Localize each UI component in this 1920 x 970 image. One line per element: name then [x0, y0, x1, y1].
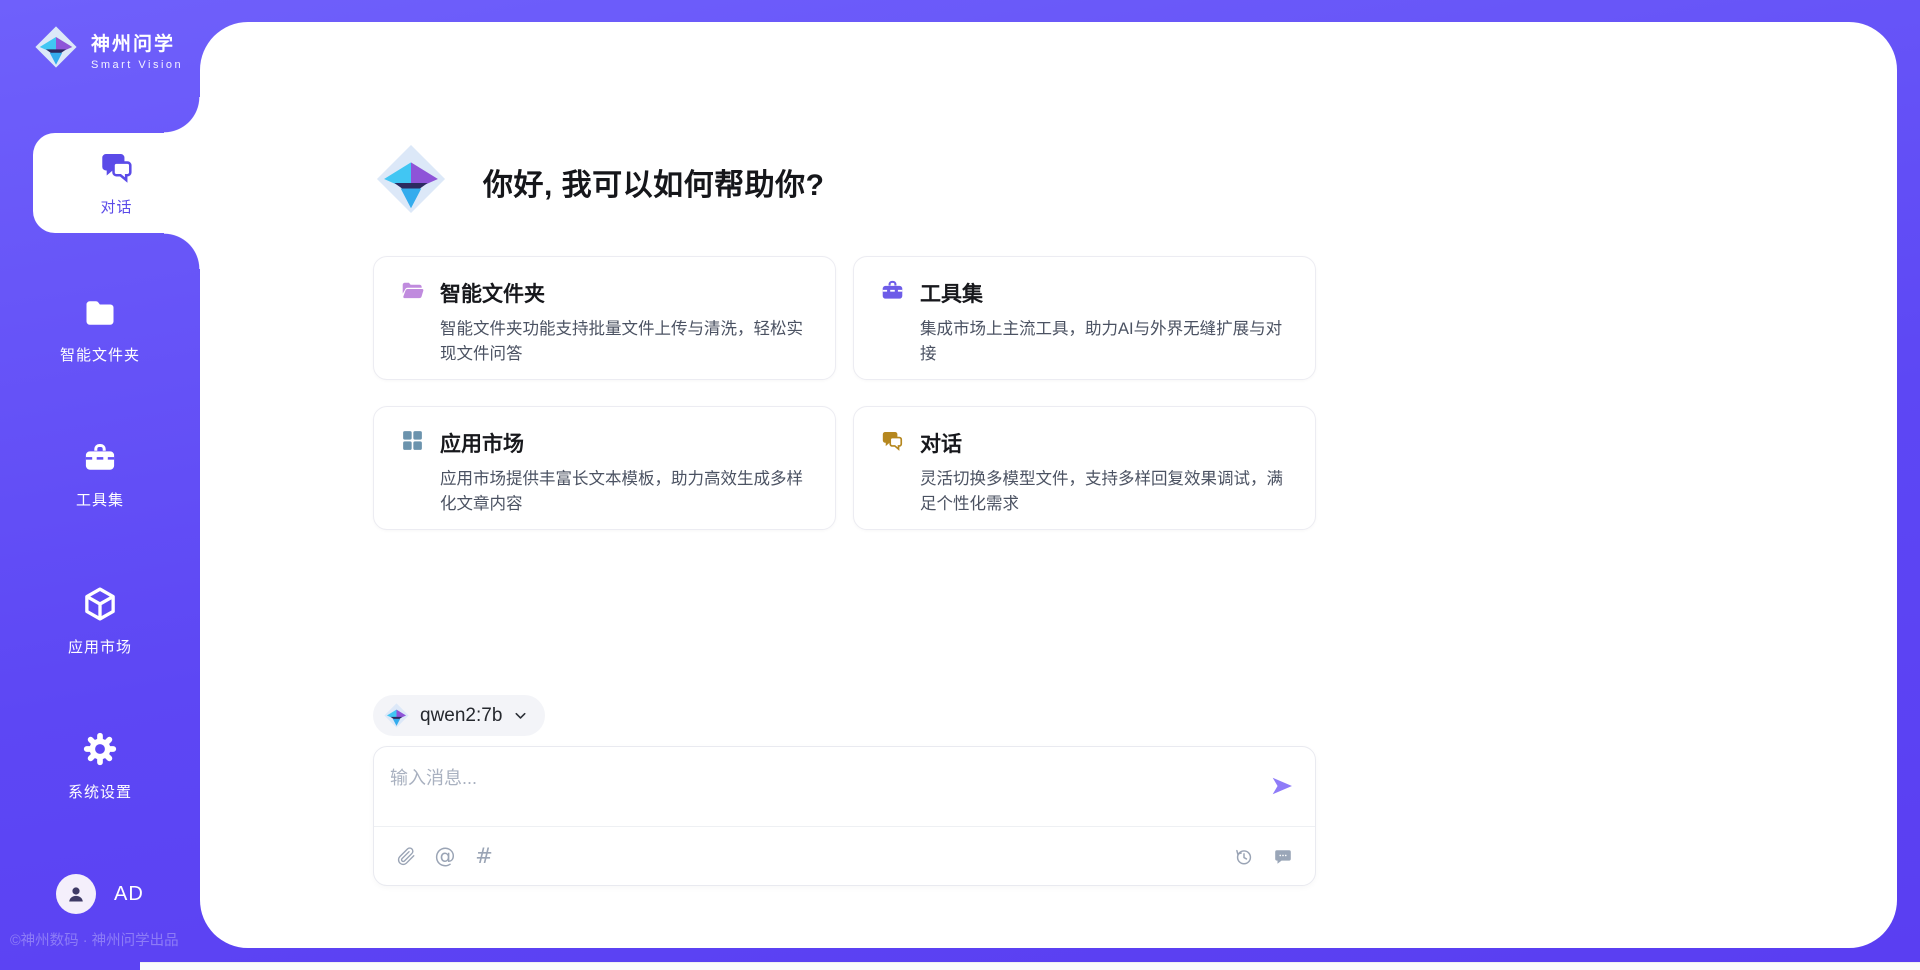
sidebar-item-app-market[interactable]: 应用市场 — [0, 585, 200, 657]
sidebar-item-label: 系统设置 — [0, 781, 200, 802]
sidebar-item-label: 应用市场 — [0, 636, 200, 657]
user-account[interactable]: AD — [56, 874, 144, 914]
message-composer: @ # — [373, 746, 1316, 886]
greeting: 你好, 我可以如何帮助你? — [373, 141, 825, 222]
folder-open-icon — [400, 278, 425, 308]
card-app-market[interactable]: 应用市场 应用市场提供丰富长文本模板，助力高效生成多样化文章内容 — [373, 406, 836, 530]
card-description: 灵活切换多模型文件，支持多样回复效果调试，满足个性化需求 — [920, 467, 1289, 517]
briefcase-icon — [880, 278, 905, 308]
brand-diamond-icon — [33, 24, 79, 75]
history-icon[interactable] — [1232, 845, 1256, 869]
card-description: 应用市场提供丰富长文本模板，助力高效生成多样化文章内容 — [440, 467, 809, 517]
model-diamond-icon — [383, 702, 410, 729]
grid-icon — [400, 428, 425, 458]
mention-icon[interactable]: @ — [433, 845, 457, 869]
tab-curve-bottom — [164, 233, 200, 269]
model-selector[interactable]: qwen2:7b — [373, 695, 545, 736]
app-window: 神州问学 Smart Vision 对话 智能文件夹 — [0, 0, 1920, 970]
message-input[interactable] — [390, 761, 1230, 795]
card-title: 应用市场 — [440, 428, 524, 458]
user-name: AD — [114, 883, 144, 906]
card-description: 智能文件夹功能支持批量文件上传与清洗，轻松实现文件问答 — [440, 317, 809, 367]
brand-logo: 神州问学 Smart Vision — [33, 24, 183, 75]
copyright-text: ©神州数码 · 神州问学出品 — [10, 929, 205, 950]
sidebar-item-chat[interactable]: 对话 — [33, 133, 200, 233]
chat-bubbles-icon — [880, 428, 905, 458]
avatar — [56, 874, 96, 914]
feedback-bubble-icon[interactable] — [1271, 845, 1295, 869]
card-title: 工具集 — [920, 278, 983, 308]
chat-bubbles-icon — [98, 173, 136, 190]
card-description: 集成市场上主流工具，助力AI与外界无缝扩展与对接 — [920, 317, 1289, 367]
card-toolset[interactable]: 工具集 集成市场上主流工具，助力AI与外界无缝扩展与对接 — [853, 256, 1316, 380]
sidebar-item-label: 智能文件夹 — [0, 344, 200, 365]
model-name: qwen2:7b — [420, 705, 502, 727]
sidebar-item-settings[interactable]: 系统设置 — [0, 730, 200, 802]
hashtag-icon[interactable]: # — [472, 845, 496, 869]
sidebar-item-toolset[interactable]: 工具集 — [0, 440, 200, 510]
send-icon[interactable] — [1269, 773, 1295, 799]
cube-icon — [81, 610, 119, 627]
card-chat[interactable]: 对话 灵活切换多模型文件，支持多样回复效果调试，满足个性化需求 — [853, 406, 1316, 530]
folder-icon — [82, 318, 118, 335]
sidebar-item-label: 工具集 — [0, 489, 200, 510]
paperclip-icon[interactable] — [394, 845, 418, 869]
chevron-down-icon — [512, 707, 529, 724]
card-title: 对话 — [920, 428, 962, 458]
horizontal-scrollbar[interactable] — [140, 962, 1920, 970]
card-title: 智能文件夹 — [440, 278, 545, 308]
brand-subtitle: Smart Vision — [91, 59, 183, 71]
card-smart-folder[interactable]: 智能文件夹 智能文件夹功能支持批量文件上传与清洗，轻松实现文件问答 — [373, 256, 836, 380]
greeting-title: 你好, 我可以如何帮助你? — [483, 160, 825, 204]
gear-icon — [81, 755, 119, 772]
greeting-diamond-icon — [373, 141, 449, 222]
sidebar-item-smart-folder[interactable]: 智能文件夹 — [0, 295, 200, 365]
sidebar-item-label: 对话 — [33, 196, 200, 217]
brand-name: 神州问学 — [91, 34, 175, 55]
briefcase-icon — [82, 463, 118, 480]
composer-toolbar: @ # — [394, 827, 1295, 886]
tab-curve-top — [164, 97, 200, 133]
feature-cards: 智能文件夹 智能文件夹功能支持批量文件上传与清洗，轻松实现文件问答 — [373, 256, 1316, 530]
